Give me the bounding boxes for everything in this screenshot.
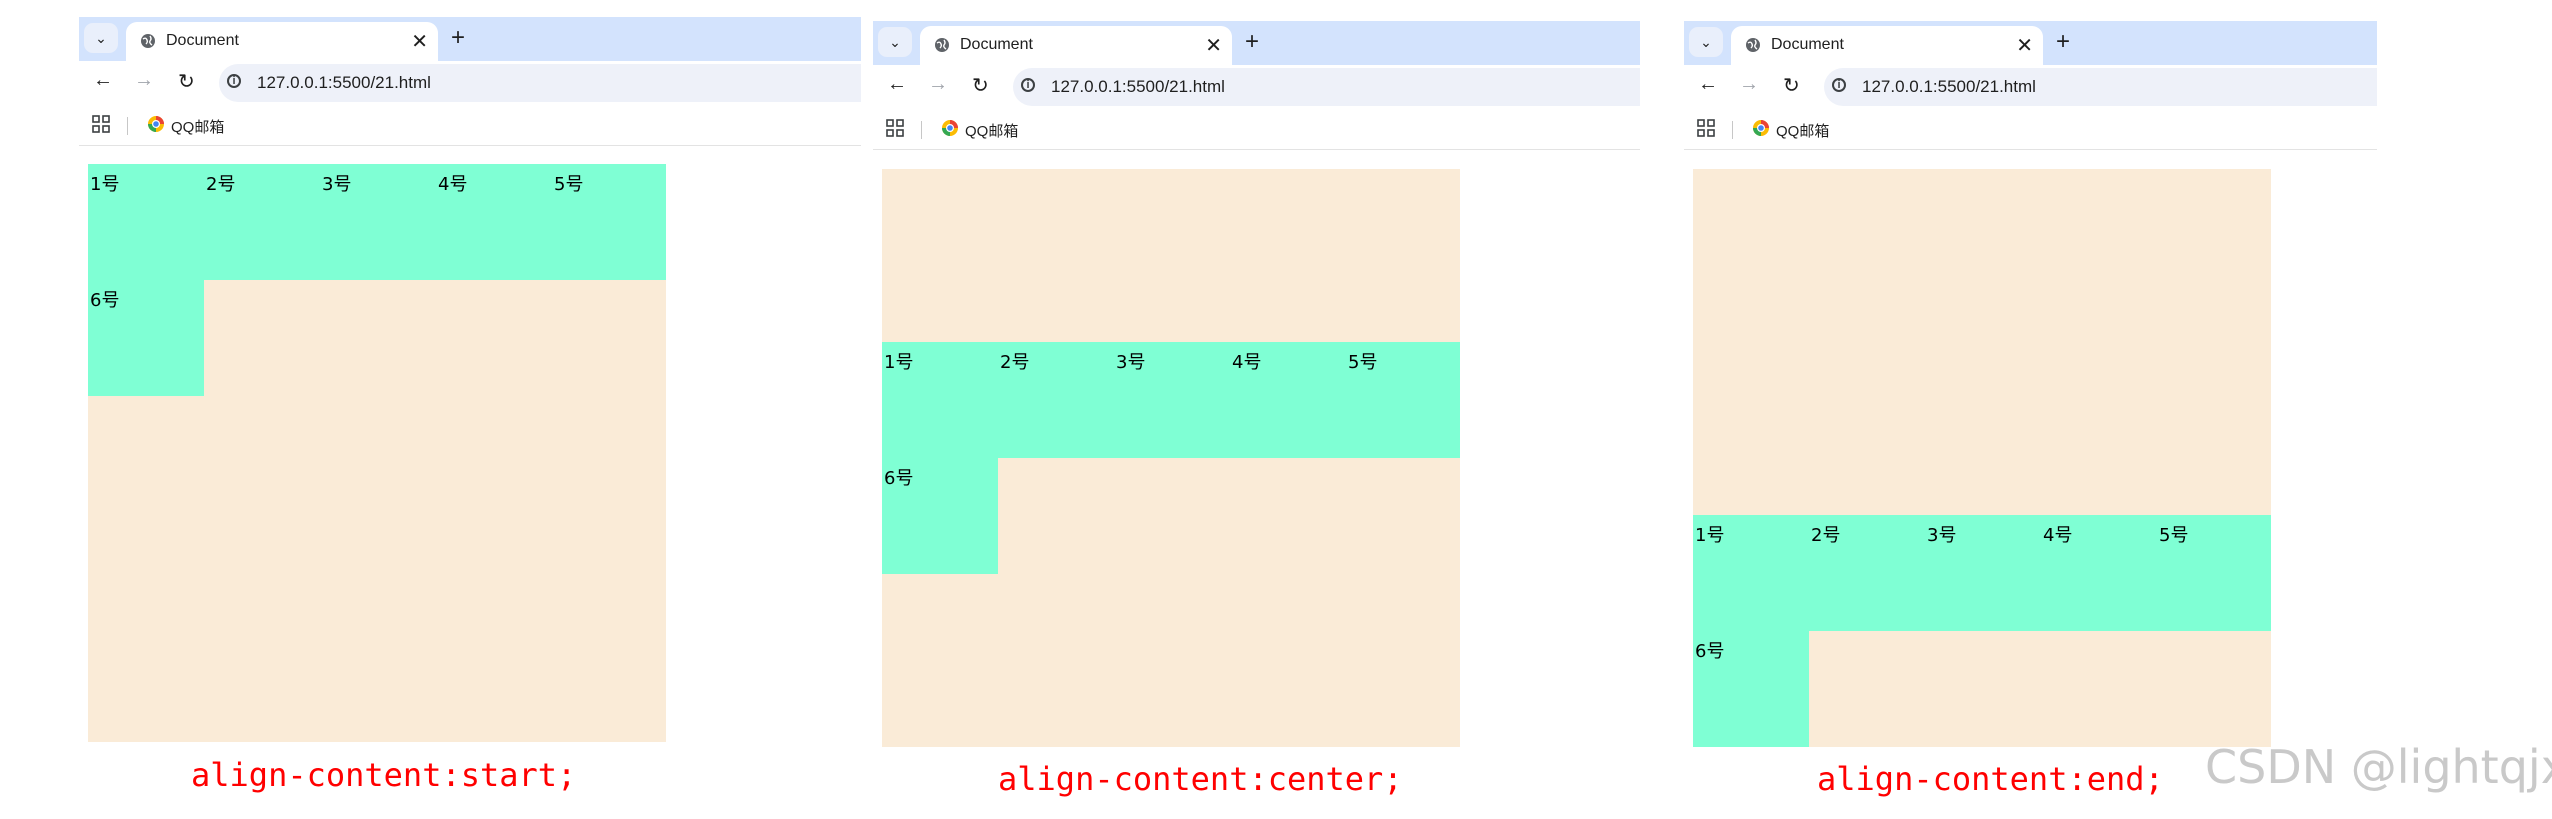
browser-window-end: ⌄ Document ✕ + ← → ↻ i 127.0.0.1:5500/21… [1684, 21, 2377, 161]
grid-item-2: 2号 [998, 342, 1114, 458]
grid-item-5: 5号 [1346, 342, 1460, 458]
tab-document[interactable]: Document ✕ [920, 26, 1232, 65]
url-text: 127.0.0.1:5500/21.html [1862, 77, 2036, 96]
url-text: 127.0.0.1:5500/21.html [257, 73, 431, 92]
new-tab-button[interactable]: + [1245, 28, 1259, 56]
grid-item-4: 4号 [2041, 515, 2157, 631]
info-icon[interactable]: i [227, 74, 241, 88]
grid-item-1: 1号 [1693, 515, 1809, 631]
globe-icon [1746, 38, 1760, 52]
grid-container-center: 1号 2号 3号 4号 5号 6号 [882, 169, 1460, 747]
tab-document[interactable]: Document ✕ [126, 22, 438, 61]
grid-item-2: 2号 [1809, 515, 1925, 631]
arrow-right-icon[interactable]: → [134, 69, 154, 92]
toolbar: ← → ↻ i 127.0.0.1:5500/21.html [1684, 65, 2377, 109]
caption-start: align-content:start; [191, 756, 577, 794]
arrow-right-icon[interactable]: → [1739, 73, 1759, 96]
chevron-down-icon: ⌄ [1700, 33, 1712, 50]
qq-mail-icon [942, 120, 958, 136]
reload-icon[interactable]: ↻ [1783, 73, 1800, 98]
grid-item-1: 1号 [882, 342, 998, 458]
close-icon[interactable]: ✕ [1205, 33, 1222, 58]
bookmark-qq-mail[interactable]: QQ邮箱 [1776, 120, 1829, 141]
grid-item-3: 3号 [1114, 342, 1230, 458]
bookmark-qq-mail[interactable]: QQ邮箱 [965, 120, 1018, 141]
bookmarks-divider [127, 117, 128, 135]
grid-item-2: 2号 [204, 164, 320, 280]
toolbar: ← → ↻ i 127.0.0.1:5500/21.html [873, 65, 1640, 109]
info-icon[interactable]: i [1021, 78, 1035, 92]
arrow-left-icon[interactable]: ← [93, 69, 113, 92]
arrow-left-icon[interactable]: ← [1698, 73, 1718, 96]
grid-container-end: 1号 2号 3号 4号 5号 6号 [1693, 169, 2271, 747]
new-tab-button[interactable]: + [451, 24, 465, 52]
address-bar[interactable]: i 127.0.0.1:5500/21.html [1824, 68, 2377, 106]
tab-strip: ⌄ Document ✕ + [1684, 21, 2377, 65]
grid-item-1: 1号 [88, 164, 204, 280]
tab-search-button[interactable]: ⌄ [84, 23, 118, 53]
close-icon[interactable]: ✕ [2016, 33, 2033, 58]
grid-container-start: 1号 2号 3号 4号 5号 6号 [88, 164, 666, 742]
reload-icon[interactable]: ↻ [972, 73, 989, 98]
toolbar: ← → ↻ i 127.0.0.1:5500/21.html [79, 61, 861, 105]
grid-item-6: 6号 [1693, 631, 1809, 747]
bookmarks-divider [1732, 121, 1733, 139]
bookmarks-bar: QQ邮箱 [79, 105, 861, 146]
bookmarks-bar: QQ邮箱 [873, 109, 1640, 150]
grid-item-4: 4号 [1230, 342, 1346, 458]
reload-icon[interactable]: ↻ [178, 69, 195, 94]
grid-item-4: 4号 [436, 164, 552, 280]
arrow-left-icon[interactable]: ← [887, 73, 907, 96]
grid-item-6: 6号 [882, 458, 998, 574]
globe-icon [935, 38, 949, 52]
tab-title: Document [960, 36, 1033, 53]
caption-end: align-content:end; [1817, 760, 2164, 798]
grid-item-3: 3号 [1925, 515, 2041, 631]
url-text: 127.0.0.1:5500/21.html [1051, 77, 1225, 96]
watermark: CSDN @lightqjx [2205, 740, 2552, 794]
grid-item-5: 5号 [2157, 515, 2271, 631]
tab-title: Document [1771, 36, 1844, 53]
browser-window-start: ⌄ Document ✕ + ← → ↻ i 127.0.0.1:5500/21… [79, 17, 861, 157]
tab-document[interactable]: Document ✕ [1731, 26, 2043, 65]
address-bar[interactable]: i 127.0.0.1:5500/21.html [1013, 68, 1640, 106]
tab-search-button[interactable]: ⌄ [878, 27, 912, 57]
chevron-down-icon: ⌄ [95, 29, 107, 46]
new-tab-button[interactable]: + [2056, 28, 2070, 56]
bookmark-qq-mail[interactable]: QQ邮箱 [171, 116, 224, 137]
qq-mail-icon [148, 116, 164, 132]
apps-grid-icon[interactable] [886, 119, 904, 137]
grid-item-6: 6号 [88, 280, 204, 396]
arrow-right-icon[interactable]: → [928, 73, 948, 96]
bookmarks-divider [921, 121, 922, 139]
globe-icon [141, 34, 155, 48]
address-bar[interactable]: i 127.0.0.1:5500/21.html [219, 64, 861, 102]
tab-title: Document [166, 32, 239, 49]
info-icon[interactable]: i [1832, 78, 1846, 92]
qq-mail-icon [1753, 120, 1769, 136]
tab-strip: ⌄ Document ✕ + [873, 21, 1640, 65]
tab-search-button[interactable]: ⌄ [1689, 27, 1723, 57]
tab-strip: ⌄ Document ✕ + [79, 17, 861, 61]
grid-item-5: 5号 [552, 164, 666, 280]
apps-grid-icon[interactable] [1697, 119, 1715, 137]
chevron-down-icon: ⌄ [889, 33, 901, 50]
close-icon[interactable]: ✕ [411, 29, 428, 54]
caption-center: align-content:center; [998, 760, 1403, 798]
bookmarks-bar: QQ邮箱 [1684, 109, 2377, 150]
apps-grid-icon[interactable] [92, 115, 110, 133]
browser-window-center: ⌄ Document ✕ + ← → ↻ i 127.0.0.1:5500/21… [873, 21, 1640, 161]
grid-item-3: 3号 [320, 164, 436, 280]
